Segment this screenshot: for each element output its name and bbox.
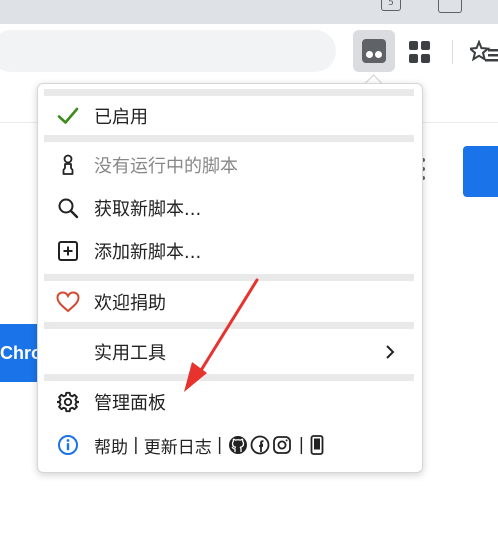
menu-separator [44, 135, 414, 142]
mobile-phone-icon[interactable] [310, 435, 324, 455]
menu-separator [44, 322, 414, 329]
extensions-grid-icon[interactable] [409, 41, 431, 63]
browser-toolbar [0, 24, 498, 80]
menu-item-label: 获取新脚本... [94, 199, 202, 220]
address-bar[interactable] [0, 30, 336, 72]
toolbar-divider [452, 40, 453, 64]
facebook-icon[interactable] [250, 435, 270, 455]
menu-item-enabled[interactable]: 已启用 [38, 96, 422, 136]
menu-separator [44, 274, 414, 281]
menu-separator [44, 374, 414, 381]
tampermonkey-popup-menu: 已启用 没有运行中的脚本 获取新脚本... 添加新脚本... 欢迎捐助 实用工具 [37, 83, 423, 473]
page-blue-button[interactable] [463, 146, 498, 197]
link-separator: | [216, 435, 223, 455]
menu-item-label: 实用工具 [94, 343, 166, 364]
menu-item-label: 没有运行中的脚本 [94, 156, 238, 177]
info-icon [56, 433, 80, 457]
tab-count-button[interactable]: 5 [381, 0, 401, 11]
window-control-icon[interactable] [438, 0, 462, 13]
search-icon [56, 196, 80, 220]
menu-item-no-scripts: 没有运行中的脚本 [38, 145, 422, 185]
reading-list-icon[interactable] [470, 40, 498, 64]
menu-item-label: 欢迎捐助 [94, 293, 166, 314]
changelog-link[interactable]: 更新日志 [144, 433, 212, 458]
help-link[interactable]: 帮助 [94, 433, 128, 458]
menu-item-help-row: 帮助 | 更新日志 | | [38, 425, 422, 465]
script-person-icon [56, 153, 80, 177]
github-icon[interactable] [228, 435, 248, 455]
menu-item-get-new-scripts[interactable]: 获取新脚本... [38, 188, 422, 228]
instagram-icon[interactable] [272, 435, 292, 455]
menu-item-dashboard[interactable]: 管理面板 [38, 382, 422, 422]
gear-icon [56, 390, 80, 414]
menu-item-label: 管理面板 [94, 393, 166, 414]
tampermonkey-extension-button[interactable] [353, 30, 395, 72]
menu-item-add-new-script[interactable]: 添加新脚本... [38, 231, 422, 271]
tab-strip: 5 [0, 0, 498, 24]
heart-icon [56, 290, 80, 314]
checkmark-icon [56, 104, 80, 128]
tampermonkey-icon [362, 39, 386, 63]
menu-item-donate[interactable]: 欢迎捐助 [38, 282, 422, 322]
chevron-right-icon [386, 345, 395, 359]
help-links: 帮助 | 更新日志 | | [94, 433, 325, 458]
page-chrome-button[interactable]: Chro [0, 324, 40, 382]
menu-item-label: 添加新脚本... [94, 242, 202, 263]
link-separator: | [133, 435, 139, 455]
menu-item-utilities[interactable]: 实用工具 [38, 332, 422, 372]
menu-item-label: 已启用 [94, 107, 148, 128]
menu-separator [44, 89, 414, 96]
plus-box-icon [56, 239, 80, 263]
link-separator: | [298, 435, 305, 455]
